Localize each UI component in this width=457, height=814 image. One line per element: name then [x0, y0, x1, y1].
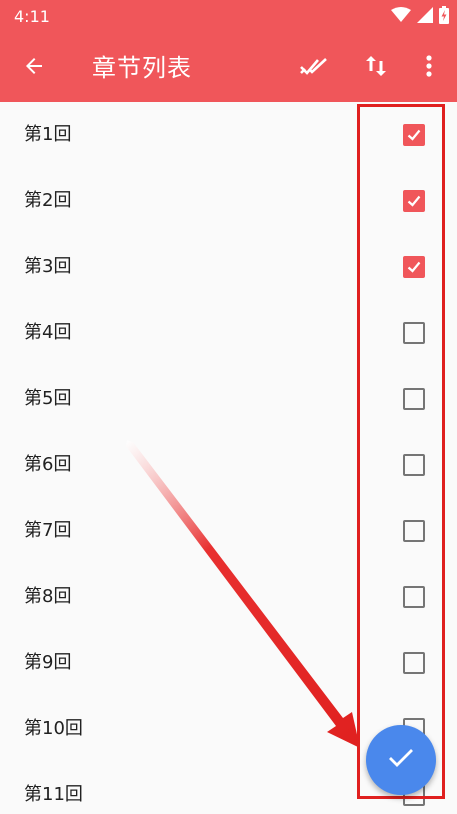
select-all-button[interactable]: [294, 48, 334, 88]
chapter-row[interactable]: 第1回: [0, 102, 457, 168]
back-button[interactable]: [14, 48, 54, 88]
chapter-row[interactable]: 第7回: [0, 498, 457, 564]
chapter-label: 第11回: [24, 784, 83, 805]
app-bar: 章节列表: [0, 34, 457, 102]
signal-icon: [417, 7, 433, 27]
chapter-row[interactable]: 第2回: [0, 168, 457, 234]
chapter-row[interactable]: 第9回: [0, 630, 457, 696]
status-time: 4:11: [14, 7, 50, 26]
chapter-checkbox[interactable]: [403, 388, 425, 410]
chapter-checkbox[interactable]: [403, 322, 425, 344]
chapter-label: 第2回: [24, 190, 72, 211]
chapter-row[interactable]: 第3回: [0, 234, 457, 300]
chapter-label: 第7回: [24, 520, 72, 541]
chapter-checkbox[interactable]: [403, 652, 425, 674]
chapter-row[interactable]: 第8回: [0, 564, 457, 630]
checkmark-icon: [407, 195, 421, 207]
chapter-list: 第1回第2回第3回第4回第5回第6回第7回第8回第9回第10回第11回: [0, 102, 457, 814]
chapter-label: 第5回: [24, 388, 72, 409]
arrow-left-icon: [22, 54, 46, 82]
chapter-label: 第3回: [24, 256, 72, 277]
chapter-row[interactable]: 第5回: [0, 366, 457, 432]
chapter-checkbox[interactable]: [403, 124, 425, 146]
sort-button[interactable]: [356, 48, 396, 88]
chapter-label: 第9回: [24, 652, 72, 673]
chapter-label: 第10回: [24, 718, 83, 739]
chapter-checkbox[interactable]: [403, 586, 425, 608]
chapter-label: 第1回: [24, 124, 72, 145]
status-icons: [391, 6, 449, 28]
checkmark-icon: [407, 261, 421, 273]
status-bar: 4:11: [0, 0, 457, 34]
chapter-label: 第4回: [24, 322, 72, 343]
chapter-label: 第6回: [24, 454, 72, 475]
battery-charging-icon: [439, 6, 449, 28]
chapter-row[interactable]: 第6回: [0, 432, 457, 498]
chapter-checkbox[interactable]: [403, 190, 425, 212]
chapter-label: 第8回: [24, 586, 72, 607]
chapter-row[interactable]: 第4回: [0, 300, 457, 366]
chapter-checkbox[interactable]: [403, 256, 425, 278]
chapter-checkbox[interactable]: [403, 454, 425, 476]
more-options-button[interactable]: [409, 48, 449, 88]
select-all-icon: [299, 54, 329, 82]
chapter-list-screen: 4:11 章节列表 第1回 第2回 第3回 第4回 第5回 第6回 第7回 第8…: [0, 0, 457, 814]
confirm-fab[interactable]: [366, 725, 436, 795]
chapter-checkbox[interactable]: [403, 520, 425, 542]
check-icon: [388, 748, 414, 772]
page-title: 章节列表: [92, 54, 192, 82]
wifi-icon: [391, 7, 411, 27]
checkmark-icon: [407, 129, 421, 141]
more-vert-icon: [425, 54, 433, 82]
sort-icon: [365, 54, 387, 82]
